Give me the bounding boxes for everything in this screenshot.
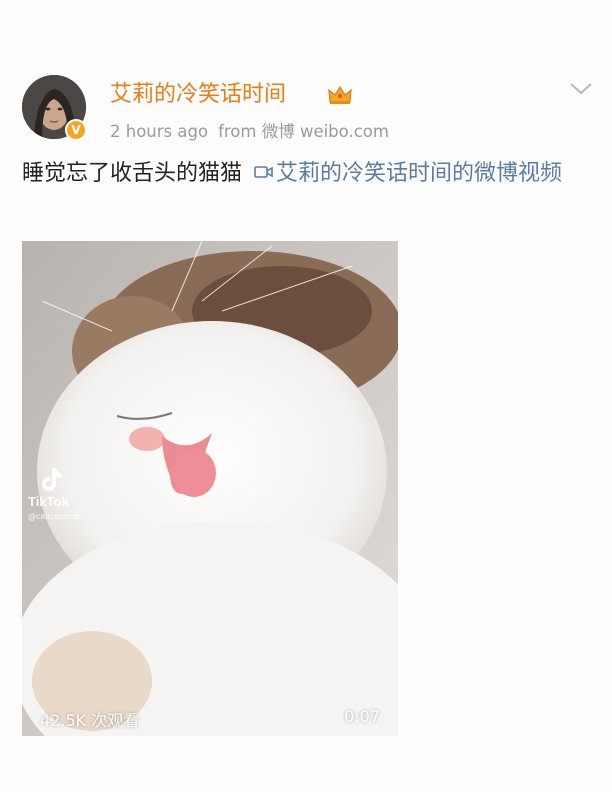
post-text: 睡觉忘了收舌头的猫猫 [22, 161, 243, 186]
video-link-text: 艾莉的冷笑话时间的微博视频 [276, 161, 563, 186]
video-link[interactable]: 艾莉的冷笑话时间的微博视频 [242, 161, 562, 186]
verified-badge-icon: V [65, 119, 87, 141]
video-link-icon [254, 166, 273, 178]
view-count: 42.5K 次观看 [40, 711, 140, 730]
chevron-down-icon[interactable] [568, 80, 594, 98]
tiktok-logo-icon [42, 468, 62, 491]
tiktok-wordmark: TikTok [28, 494, 69, 509]
crown-icon [328, 85, 352, 104]
post-meta: 2 hours ago from 微博 weibo.com [110, 120, 389, 144]
username[interactable]: 艾莉的冷笑话时间 [110, 80, 286, 110]
post-source: from 微博 weibo.com [218, 122, 389, 141]
tiktok-handle: @calicosclub [28, 512, 80, 521]
post-content: 睡觉忘了收舌头的猫猫 艾莉的冷笑话时间的微博视频 [22, 155, 582, 192]
weibo-post: V 艾莉的冷笑话时间 2 hours ago from 微博 weibo.com … [0, 0, 612, 792]
video-thumbnail [22, 241, 398, 736]
video-player[interactable]: TikTok @calicosclub 42.5K 次观看 0:07 [22, 241, 398, 736]
timestamp: 2 hours ago [110, 122, 209, 141]
video-duration: 0:07 [344, 707, 380, 726]
